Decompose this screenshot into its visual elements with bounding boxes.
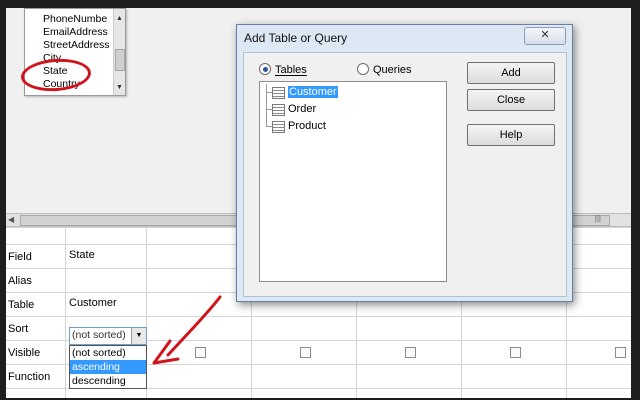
field-item[interactable]: PhoneNumbe (25, 13, 113, 26)
row-label-alias: Alias (8, 275, 32, 287)
grid-vline (65, 227, 66, 398)
sort-combobox[interactable]: (not sorted) ▼ (69, 327, 147, 345)
field-item[interactable]: StreetAddress (25, 39, 113, 52)
tables-listbox[interactable]: Customer Order Product (259, 81, 447, 282)
row-label-table: Table (8, 299, 35, 311)
dialog-title: Add Table or Query (244, 31, 348, 45)
radio-tables-label: Tables (275, 64, 307, 76)
visible-checkbox[interactable] (300, 347, 311, 358)
tables-tree: Customer Order Product (264, 84, 338, 135)
table-cell[interactable]: Customer (69, 292, 117, 315)
tree-item-customer[interactable]: Customer (264, 84, 338, 101)
field-list-scrollbar[interactable]: ▲ ▼ (113, 9, 125, 95)
scroll-thumb[interactable] (115, 49, 125, 71)
dialog-titlebar[interactable]: Add Table or Query ✕ (237, 25, 572, 51)
help-button[interactable]: Help (467, 124, 555, 146)
visible-checkbox[interactable] (405, 347, 416, 358)
tree-item-label: Order (288, 103, 317, 115)
field-item[interactable]: EmailAddress (25, 26, 113, 39)
scroll-grip: ||| (594, 214, 601, 223)
row-label-visible: Visible (8, 347, 41, 359)
query-design-window: PhoneNumbe EmailAddress StreetAddress Ci… (6, 8, 631, 398)
scroll-up-icon[interactable]: ▲ (114, 13, 125, 24)
table-icon (272, 87, 285, 99)
scroll-left-icon[interactable]: ◀ (8, 215, 14, 224)
row-label-field: Field (8, 251, 32, 263)
red-arrow-annotation (152, 295, 222, 365)
visible-checkbox[interactable] (510, 347, 521, 358)
sort-value: (not sorted) (72, 329, 126, 341)
sort-option-ascending[interactable]: ascending (70, 360, 146, 374)
tree-item-label: Customer (288, 86, 338, 98)
radio-tables[interactable]: Tables (259, 63, 307, 77)
table-icon (272, 104, 285, 116)
radio-queries[interactable]: Queries (357, 63, 412, 77)
close-button[interactable]: Close (467, 89, 555, 111)
tree-item-label: Product (288, 120, 326, 132)
radio-queries-label: Queries (373, 64, 412, 76)
grid-hline (6, 316, 631, 317)
chevron-down-icon[interactable]: ▼ (131, 328, 146, 344)
sort-dropdown-list[interactable]: (not sorted) ascending descending (69, 345, 147, 389)
add-table-or-query-dialog: Add Table or Query ✕ Tables Queries Cust… (236, 24, 573, 302)
table-icon (272, 121, 285, 133)
sort-option-not-sorted[interactable]: (not sorted) (70, 346, 146, 360)
field-cell[interactable]: State (69, 244, 95, 267)
sort-option-descending[interactable]: descending (70, 374, 146, 388)
tree-item-order[interactable]: Order (264, 101, 338, 118)
row-label-function: Function (8, 371, 51, 383)
dialog-body: Tables Queries Customer Order Product Ad… (243, 52, 567, 297)
add-button[interactable]: Add (467, 62, 555, 84)
tree-item-product[interactable]: Product (264, 118, 338, 135)
close-icon[interactable]: ✕ (524, 27, 566, 45)
radio-checked-icon (259, 63, 271, 75)
radio-unchecked-icon (357, 63, 369, 75)
visible-checkbox[interactable] (615, 347, 626, 358)
row-label-sort: Sort (8, 323, 29, 335)
table-field-list[interactable]: PhoneNumbe EmailAddress StreetAddress Ci… (19, 8, 126, 96)
scroll-down-icon[interactable]: ▼ (114, 82, 125, 93)
